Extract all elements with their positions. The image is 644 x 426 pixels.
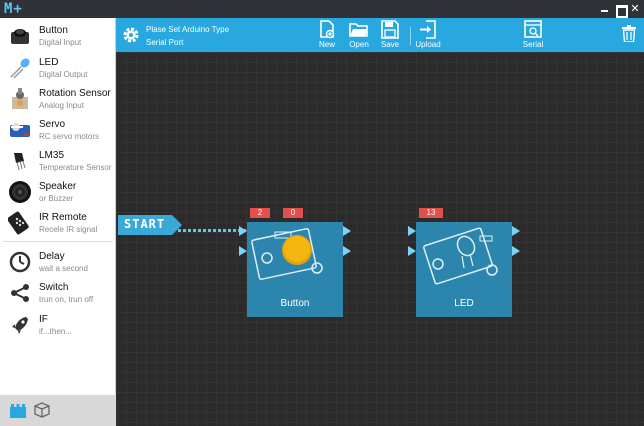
sidebar-item-switch[interactable]: Switch trun on, trun off bbox=[0, 277, 116, 308]
rocket-icon bbox=[12, 317, 28, 334]
app-logo: M+ bbox=[4, 1, 23, 17]
serial-label: Serial bbox=[522, 40, 544, 49]
input-port[interactable] bbox=[239, 246, 247, 256]
sidebar-item-delay[interactable]: Delay wait a second bbox=[0, 246, 116, 277]
new-label: New bbox=[318, 40, 335, 49]
sidebar-item-desc: or Buzzer bbox=[39, 194, 74, 203]
input-port[interactable] bbox=[408, 226, 416, 236]
module-button[interactable]: Button bbox=[247, 222, 343, 317]
pin-badge[interactable]: 0 bbox=[283, 208, 303, 218]
open-label: Open bbox=[349, 40, 369, 49]
sidebar-item-label: Switch bbox=[39, 282, 69, 293]
new-file-icon bbox=[320, 20, 335, 39]
save-label: Save bbox=[380, 40, 400, 49]
sidebar-divider bbox=[3, 241, 113, 242]
sidebar-item-lm35[interactable]: LM35 Temperature Sensor bbox=[0, 145, 116, 176]
rotation-sensor-icon bbox=[12, 88, 28, 109]
serial-monitor-icon bbox=[524, 20, 542, 38]
sidebar-item-label: Servo bbox=[39, 119, 66, 130]
speaker-icon bbox=[9, 181, 31, 203]
sidebar-item-desc: RC servo motors bbox=[39, 132, 100, 141]
pin-badge[interactable]: 2 bbox=[250, 208, 270, 218]
module-name: LED bbox=[454, 298, 474, 309]
output-port[interactable] bbox=[343, 226, 351, 236]
input-port[interactable] bbox=[239, 226, 247, 236]
maximize-button[interactable] bbox=[613, 2, 628, 18]
button-icon bbox=[11, 29, 29, 44]
sidebar-item-desc: Digital Input bbox=[39, 38, 82, 47]
led-icon bbox=[10, 58, 30, 79]
sidebar-item-label: IR Remote bbox=[39, 212, 87, 223]
serial-port-label[interactable]: Serial Port bbox=[146, 38, 183, 47]
sidebar-item-label: IF bbox=[39, 314, 48, 325]
sidebar-item-rotation-sensor[interactable]: Rotation Sensor Analog Input bbox=[0, 83, 116, 114]
button-module-icon bbox=[251, 228, 323, 280]
sidebar-item-desc: Digital Output bbox=[39, 70, 88, 79]
output-port[interactable] bbox=[512, 226, 520, 236]
cube-icon[interactable] bbox=[33, 401, 51, 419]
sidebar-item-label: Speaker bbox=[39, 181, 77, 192]
sidebar-item-desc: Analog Input bbox=[39, 101, 84, 110]
ir-remote-icon bbox=[8, 211, 29, 235]
sidebar-item-desc: trun on, trun off bbox=[39, 295, 94, 304]
start-label: START bbox=[124, 217, 166, 231]
sidebar-item-label: LED bbox=[39, 57, 59, 68]
sidebar-footer bbox=[0, 395, 116, 426]
sidebar-item-desc: Temperature Sensor bbox=[39, 163, 112, 172]
sidebar-item-if[interactable]: IF if...then... bbox=[0, 309, 116, 340]
sidebar-item-desc: wait a second bbox=[39, 264, 88, 273]
led-module-icon bbox=[423, 227, 498, 285]
sidebar-item-button[interactable]: Button Digital Input bbox=[0, 20, 116, 51]
sidebar-item-desc: if...then... bbox=[39, 327, 72, 336]
serial-button[interactable]: Serial bbox=[518, 20, 548, 52]
title-bar: M+ ✕ bbox=[0, 0, 644, 18]
upload-label: Upload bbox=[415, 40, 441, 49]
floppy-icon bbox=[381, 20, 399, 39]
save-button[interactable]: Save bbox=[375, 20, 405, 52]
sidebar-item-led[interactable]: LED Digital Output bbox=[0, 52, 116, 83]
sidebar-item-desc: Recele IR signal bbox=[39, 225, 98, 234]
new-button[interactable]: New bbox=[312, 20, 342, 52]
trash-icon[interactable] bbox=[622, 25, 636, 42]
main-toolbar: Plase Set Arduino Type Serial Port New O… bbox=[116, 18, 644, 52]
sidebar-item-speaker[interactable]: Speaker or Buzzer bbox=[0, 176, 116, 207]
folder-icon bbox=[349, 23, 368, 37]
output-port[interactable] bbox=[343, 246, 351, 256]
clock-icon bbox=[9, 251, 31, 273]
sidebar-item-label: Button bbox=[39, 25, 68, 36]
sidebar-item-servo[interactable]: Servo RC servo motors bbox=[0, 114, 116, 145]
servo-icon bbox=[10, 123, 30, 137]
blocks-icon[interactable] bbox=[9, 401, 27, 419]
pin-badge[interactable]: 13 bbox=[419, 208, 443, 218]
arduino-type-label[interactable]: Plase Set Arduino Type bbox=[146, 25, 229, 34]
toolbar-divider bbox=[410, 27, 411, 45]
start-block[interactable]: START bbox=[118, 215, 182, 235]
gear-icon[interactable] bbox=[121, 25, 141, 45]
upload-icon bbox=[420, 20, 436, 39]
module-name: Button bbox=[280, 298, 310, 309]
workspace-canvas[interactable]: START Button 2 0 LED 13 bbox=[116, 52, 644, 426]
open-button[interactable]: Open bbox=[344, 20, 374, 52]
sidebar-item-label: Rotation Sensor bbox=[39, 88, 111, 99]
switch-icon bbox=[11, 284, 29, 302]
module-led[interactable]: LED bbox=[416, 222, 512, 317]
sidebar-item-label: Delay bbox=[39, 251, 65, 262]
sidebar-item-ir-remote[interactable]: IR Remote Recele IR signal bbox=[0, 207, 116, 238]
lm35-icon bbox=[14, 153, 26, 171]
output-port[interactable] bbox=[512, 246, 520, 256]
upload-button[interactable]: Upload bbox=[413, 20, 443, 52]
input-port[interactable] bbox=[408, 246, 416, 256]
minimize-button[interactable] bbox=[598, 2, 612, 16]
component-sidebar: Button Digital Input LED Digital Output … bbox=[0, 18, 116, 426]
close-button[interactable]: ✕ bbox=[628, 2, 642, 16]
sidebar-item-label: LM35 bbox=[39, 150, 65, 161]
